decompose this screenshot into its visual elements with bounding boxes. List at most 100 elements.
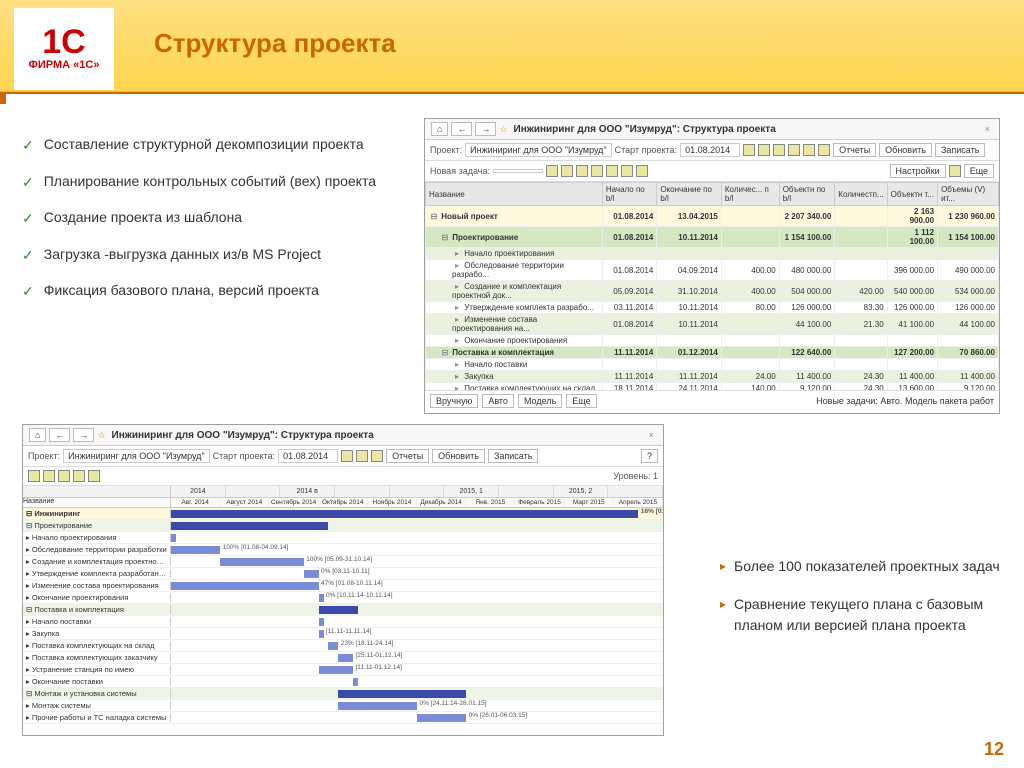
gantt-bar[interactable]	[171, 582, 319, 590]
table-row[interactable]: ▸ Поставка комплектующих на склад18.11.2…	[426, 383, 999, 391]
gantt-row[interactable]: ▸ Поставка комплектующих заказчику[25.11…	[23, 652, 663, 664]
newtask-field[interactable]	[493, 169, 543, 173]
gantt-row[interactable]: ▸ Прочие работы и ТС наладка системы0% […	[23, 712, 663, 724]
close-icon[interactable]: ×	[646, 430, 657, 440]
more-button[interactable]: Еще	[964, 164, 994, 178]
gantt-row[interactable]: ⊟ Инжиниринг16% [01.08-08.14-16]	[23, 508, 663, 520]
gantt-bar[interactable]	[338, 702, 417, 710]
gantt-row[interactable]: ▸ Закупка[11.11-11.11.14]	[23, 628, 663, 640]
name-col-header[interactable]: Название	[23, 498, 171, 507]
bottom-button[interactable]: Модель	[518, 394, 562, 408]
gantt-bar[interactable]	[338, 690, 466, 698]
reports-button[interactable]: Отчеты	[386, 449, 429, 463]
toolbar-icon[interactable]	[576, 165, 588, 177]
toolbar-icon[interactable]	[88, 470, 100, 482]
gantt-bar[interactable]	[220, 558, 304, 566]
gantt-bar[interactable]	[171, 534, 176, 542]
task-grid[interactable]: НазваниеНачало по b/lОкончание по b/lКол…	[425, 182, 999, 390]
gantt-bar[interactable]	[171, 546, 220, 554]
column-header[interactable]: Объемы (V) ит...	[938, 183, 999, 206]
gantt-bar[interactable]	[319, 594, 324, 602]
table-row[interactable]: ▸ Создание и комплектация проектной док.…	[426, 281, 999, 302]
close-icon[interactable]: ×	[982, 124, 993, 134]
project-field[interactable]: Инжиниринг для ООО "Изумруд"	[63, 449, 209, 463]
column-header[interactable]: Название	[426, 183, 603, 206]
toolbar-icon[interactable]	[636, 165, 648, 177]
gantt-bar[interactable]	[353, 678, 358, 686]
column-header[interactable]: Начало по b/l	[602, 183, 656, 206]
gantt-row[interactable]: ▸ Окончание проектирования0% [10.11.14-1…	[23, 592, 663, 604]
toolbar-icon[interactable]	[621, 165, 633, 177]
gantt-bar[interactable]	[319, 618, 324, 626]
gantt-row[interactable]: ⊟ Монтаж и установка системы	[23, 688, 663, 700]
bottom-button[interactable]: Авто	[482, 394, 514, 408]
table-row[interactable]: ▸ Окончание проектирования	[426, 335, 999, 347]
toolbar-icon[interactable]	[58, 470, 70, 482]
toolbar-icon[interactable]	[546, 165, 558, 177]
gantt-bar[interactable]	[319, 630, 324, 638]
nav-home-button[interactable]: ⌂	[431, 122, 448, 136]
gantt-row[interactable]: ▸ Окончание поставки	[23, 676, 663, 688]
toolbar-icon[interactable]	[371, 450, 383, 462]
toolbar-icon[interactable]	[28, 470, 40, 482]
project-field[interactable]: Инжиниринг для ООО "Изумруд"	[465, 143, 611, 157]
settings-button[interactable]: Настройки	[890, 164, 946, 178]
gantt-row[interactable]: ▸ Монтаж системы0% [24.11.14-28.01.15]	[23, 700, 663, 712]
gantt-bar[interactable]	[319, 666, 353, 674]
table-row[interactable]: ▸ Закупка11.11.201411.11.201424.0011 400…	[426, 371, 999, 383]
table-row[interactable]: ▸ Изменение состава проектирования на...…	[426, 314, 999, 335]
refresh-button[interactable]: Обновить	[432, 449, 485, 463]
column-header[interactable]: Объектн т...	[887, 183, 937, 206]
table-row[interactable]: ⊟ Проектирование01.08.201410.11.20141 15…	[426, 227, 999, 248]
toolbar-icon[interactable]	[803, 144, 815, 156]
nav-fwd-button[interactable]: →	[475, 122, 496, 136]
gantt-bar[interactable]	[328, 642, 338, 650]
favorite-icon[interactable]: ☆	[499, 124, 507, 135]
save-button[interactable]: Записать	[935, 143, 985, 157]
gantt-bar[interactable]	[319, 606, 358, 614]
gantt-bar[interactable]	[171, 510, 638, 518]
help-button[interactable]: ?	[641, 449, 658, 463]
toolbar-icon[interactable]	[743, 144, 755, 156]
gantt-bar[interactable]	[304, 570, 319, 578]
toolbar-icon[interactable]	[949, 165, 961, 177]
gantt-row[interactable]: ▸ Создание и комплектация проектной доку…	[23, 556, 663, 568]
save-button[interactable]: Записать	[488, 449, 538, 463]
gantt-area[interactable]: 20142014 в2015, 12015, 2НазваниеАвг. 201…	[23, 486, 663, 724]
nav-home-button[interactable]: ⌂	[29, 428, 46, 442]
table-row[interactable]: ▸ Утверждение комплекта разрабо...03.11.…	[426, 302, 999, 314]
table-row[interactable]: ⊟ Поставка и комплектация11.11.201401.12…	[426, 347, 999, 359]
start-date-field[interactable]: 01.08.2014	[278, 449, 338, 463]
table-row[interactable]: ⊟ Новый проект01.08.201413.04.20152 207 …	[426, 206, 999, 227]
gantt-row[interactable]: ▸ Начало поставки	[23, 616, 663, 628]
gantt-row[interactable]: ⊟ Поставка и комплектация	[23, 604, 663, 616]
column-header[interactable]: Количес... п b/l	[721, 183, 779, 206]
gantt-row[interactable]: ▸ Обследование территории разработки100%…	[23, 544, 663, 556]
column-header[interactable]: Количестп...	[835, 183, 887, 206]
toolbar-icon[interactable]	[606, 165, 618, 177]
bottom-button[interactable]: Вручную	[430, 394, 478, 408]
table-row[interactable]: ▸ Обследование территории разрабо...01.0…	[426, 260, 999, 281]
toolbar-icon[interactable]	[561, 165, 573, 177]
table-row[interactable]: ▸ Начало проектирования	[426, 248, 999, 260]
bottom-button[interactable]: Еще	[566, 394, 596, 408]
toolbar-icon[interactable]	[73, 470, 85, 482]
gantt-row[interactable]: ⊟ Проектирование	[23, 520, 663, 532]
toolbar-icon[interactable]	[773, 144, 785, 156]
gantt-row[interactable]: ▸ Поставка комплектующих на склад23% [18…	[23, 640, 663, 652]
favorite-icon[interactable]: ☆	[97, 430, 105, 441]
toolbar-icon[interactable]	[43, 470, 55, 482]
toolbar-icon[interactable]	[356, 450, 368, 462]
gantt-row[interactable]: ▸ Изменение состава проектирования47% [0…	[23, 580, 663, 592]
start-date-field[interactable]: 01.08.2014	[680, 143, 740, 157]
gantt-row[interactable]: ▸ Начало проектирования	[23, 532, 663, 544]
gantt-row[interactable]: ▸ Утверждение комплекта разработанной пр…	[23, 568, 663, 580]
gantt-row[interactable]: ▸ Устранение станция по имею[11.11-01.12…	[23, 664, 663, 676]
toolbar-icon[interactable]	[818, 144, 830, 156]
nav-back-button[interactable]: ←	[451, 122, 472, 136]
toolbar-icon[interactable]	[758, 144, 770, 156]
gantt-bar[interactable]	[171, 522, 328, 530]
column-header[interactable]: Окончание по b/l	[657, 183, 722, 206]
gantt-bar[interactable]	[417, 714, 466, 722]
column-header[interactable]: Объектн по b/l	[779, 183, 835, 206]
